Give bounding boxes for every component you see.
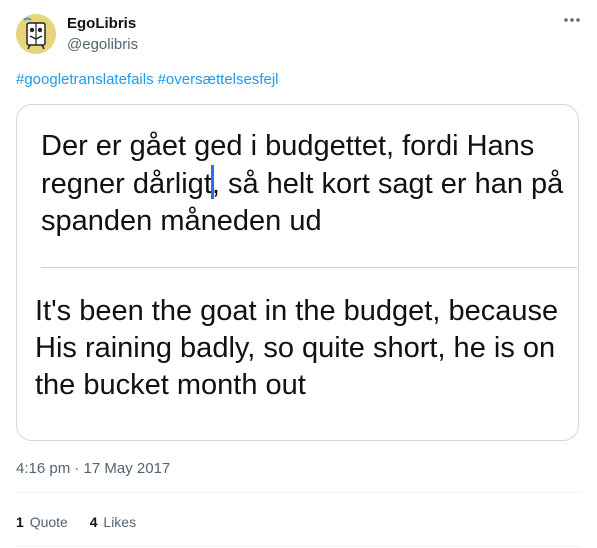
more-options-icon[interactable]	[560, 10, 584, 34]
quotes-stat[interactable]: 1 Quote	[16, 514, 68, 530]
divider	[16, 492, 581, 493]
image-divider	[41, 267, 577, 268]
quotes-label: Quote	[29, 514, 68, 530]
hashtag-link[interactable]: #oversættelsesfejl	[158, 71, 279, 88]
engagement-stats: 1 Quote 4 Likes	[16, 514, 154, 530]
tweet-timestamp[interactable]: 4:16 pm · 17 May 2017	[16, 460, 170, 477]
divider	[16, 546, 581, 547]
likes-label: Likes	[103, 514, 137, 530]
likes-stat[interactable]: 4 Likes	[90, 514, 136, 530]
avatar[interactable]	[16, 14, 56, 54]
likes-count: 4	[89, 514, 98, 530]
media-image[interactable]: Der er gået ged i budgettet, fordi Hans …	[16, 104, 579, 441]
english-text: It's been the goat in the budget, becaus…	[35, 295, 559, 401]
book-mascot-icon	[16, 14, 56, 54]
danish-text: Der er gået ged i budgettet, fordi Hans …	[41, 128, 571, 240]
hashtag-link[interactable]: #googletranslatefails	[16, 71, 154, 88]
quotes-count: 1	[16, 514, 24, 530]
more-horizontal-icon	[564, 18, 580, 22]
author-handle[interactable]: @egolibris	[67, 36, 138, 53]
author-name[interactable]: EgoLibris	[67, 15, 136, 32]
tweet-text: #googletranslatefails #oversættelsesfejl	[16, 71, 282, 88]
